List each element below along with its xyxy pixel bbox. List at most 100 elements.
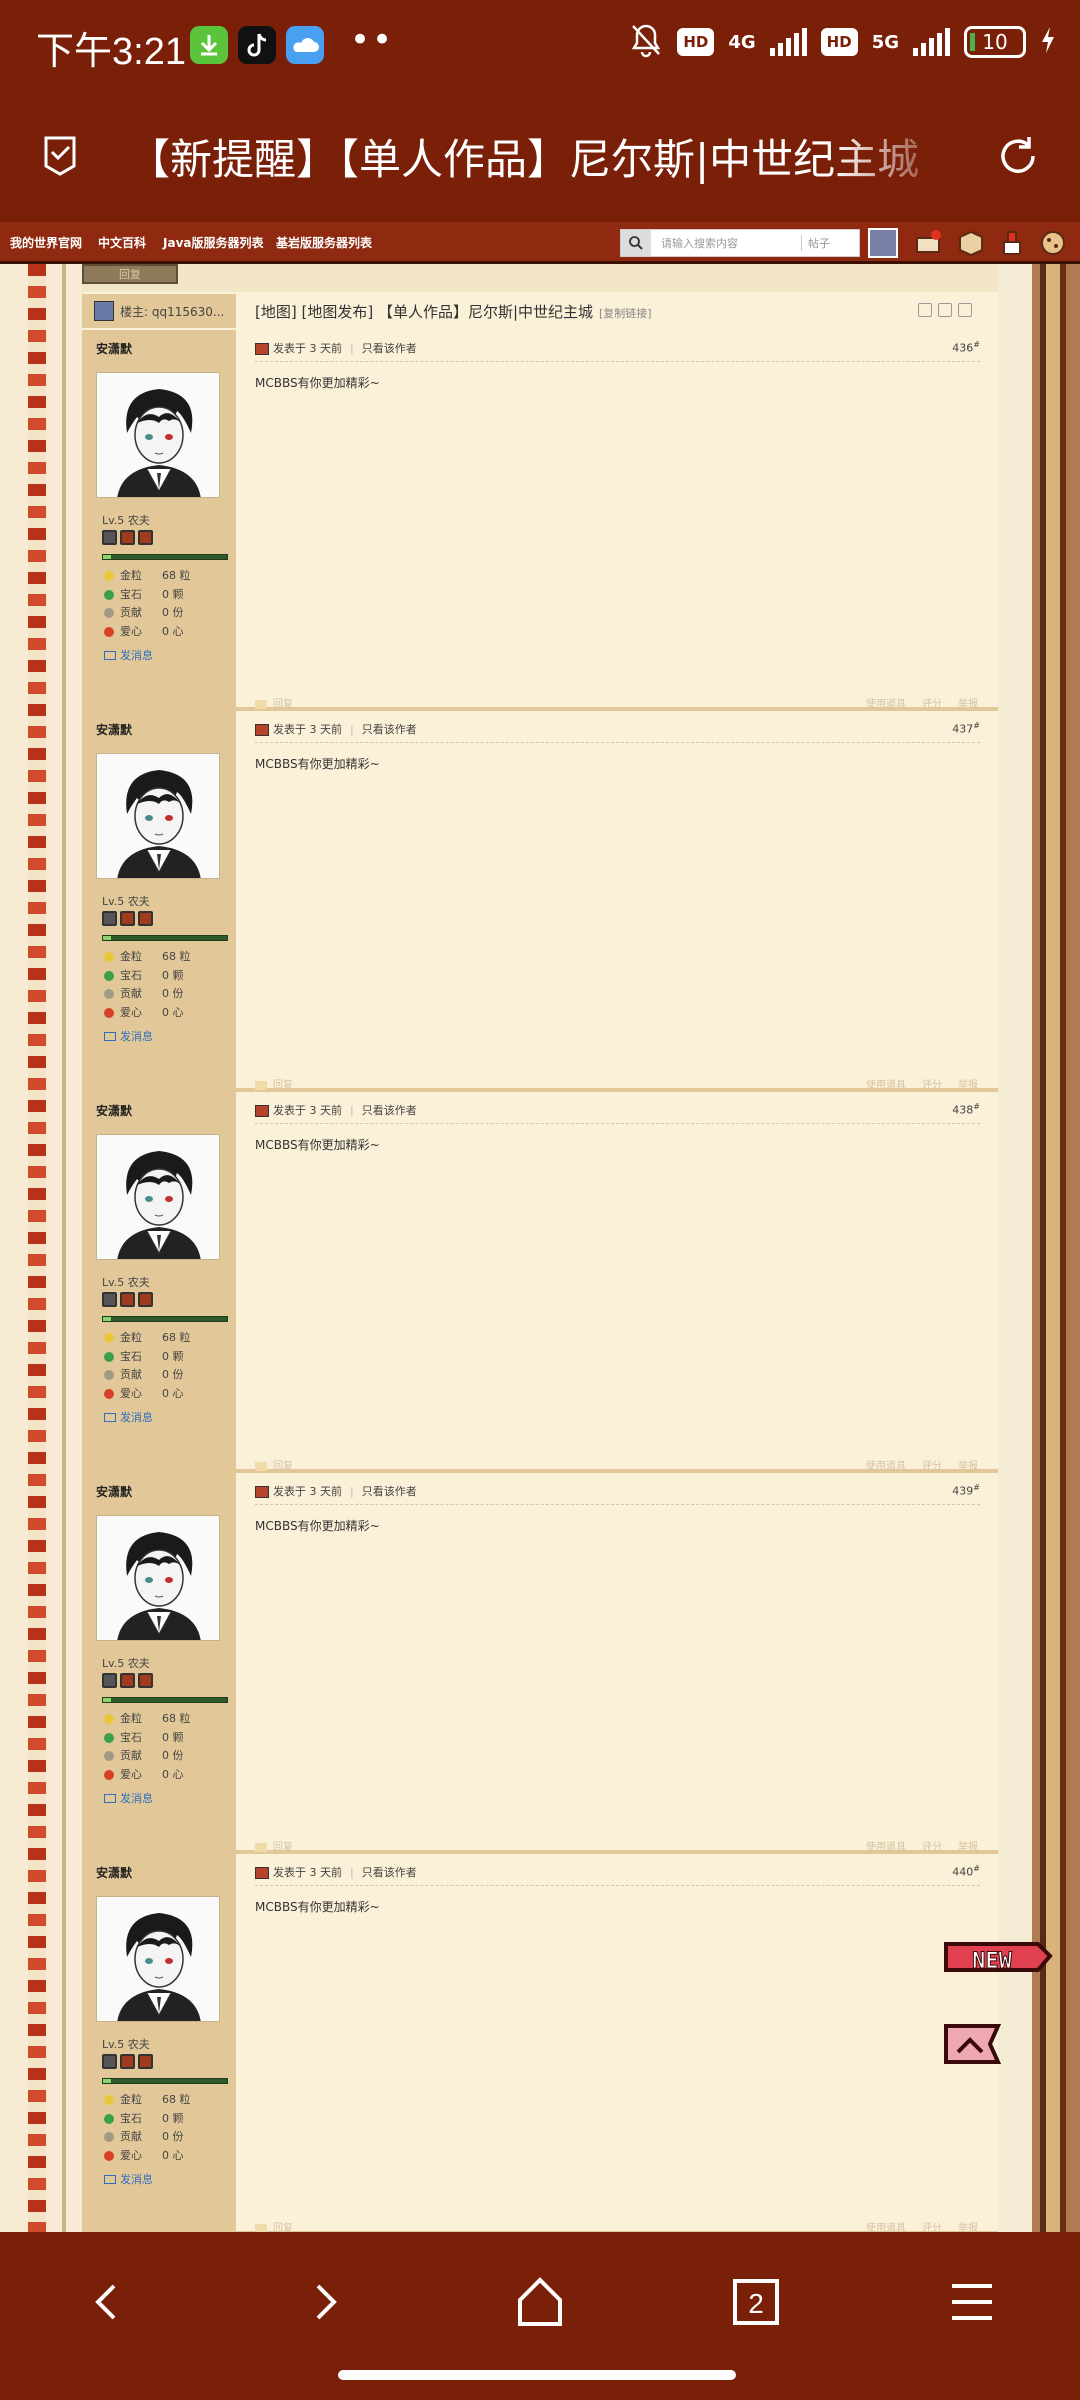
cookie-icon[interactable] bbox=[1038, 228, 1068, 258]
floor-number[interactable]: 440# bbox=[952, 1864, 980, 1879]
reply-tab-button[interactable]: 回复 bbox=[82, 264, 178, 284]
send-message-link[interactable]: 发消息 bbox=[104, 1409, 153, 1425]
floor-number[interactable]: 437# bbox=[952, 721, 980, 736]
gesture-home-indicator[interactable] bbox=[338, 2370, 736, 2380]
print-icon[interactable] bbox=[918, 303, 932, 317]
envelope-icon bbox=[104, 1412, 116, 1422]
use-item-button[interactable]: 使用道具 bbox=[866, 1076, 906, 1091]
gem-icon bbox=[104, 1732, 114, 1743]
report-button[interactable]: 举报 bbox=[958, 1457, 978, 1472]
send-message-label: 发消息 bbox=[120, 1411, 153, 1424]
reply-button[interactable]: 回复 bbox=[255, 695, 293, 710]
send-message-link[interactable]: 发消息 bbox=[104, 1790, 153, 1806]
search-input[interactable]: 请输入搜索内容 bbox=[651, 235, 801, 251]
only-author-link[interactable]: 只看该作者 bbox=[362, 1866, 417, 1879]
avatar[interactable] bbox=[96, 1896, 220, 2022]
clock: 下午3:21 bbox=[36, 31, 186, 73]
home-icon[interactable] bbox=[510, 2272, 570, 2332]
report-button[interactable]: 举报 bbox=[958, 1838, 978, 1853]
bookmark-check-icon[interactable] bbox=[40, 134, 80, 176]
avatar[interactable] bbox=[96, 1134, 220, 1260]
medal-icons bbox=[102, 1673, 153, 1688]
thread-author[interactable]: 楼主: qq115630... bbox=[82, 294, 236, 328]
signal-bars-icon-2 bbox=[913, 28, 950, 56]
use-item-button[interactable]: 使用道具 bbox=[866, 1838, 906, 1853]
avatar[interactable] bbox=[96, 753, 220, 879]
stat-label: 贡献 bbox=[120, 2130, 142, 2143]
nav-wiki[interactable]: 中文百科 bbox=[98, 234, 146, 251]
nav-java-servers[interactable]: Java版服务器列表 bbox=[163, 234, 263, 251]
rate-button[interactable]: 评分 bbox=[922, 1838, 942, 1853]
report-button[interactable]: 举报 bbox=[958, 695, 978, 710]
scroll-top-button[interactable] bbox=[942, 2022, 1012, 2072]
search-scope-select[interactable]: 帖子 bbox=[801, 235, 859, 251]
box-icon[interactable] bbox=[956, 228, 986, 258]
post-body: MCBBS有你更加精彩~ bbox=[255, 1138, 380, 1152]
only-author-link[interactable]: 只看该作者 bbox=[362, 1104, 417, 1117]
post-author-sidebar: 安潇默 Lv.5 农夫 金粒 68 粒 宝石 0 颗 贡献 0 份 爱心 0 心… bbox=[82, 711, 236, 1088]
stat-label: 宝石 bbox=[120, 1730, 142, 1744]
notification-icon[interactable] bbox=[914, 228, 944, 258]
rate-button[interactable]: 评分 bbox=[922, 695, 942, 710]
use-item-button[interactable]: 使用道具 bbox=[866, 695, 906, 710]
use-item-button[interactable]: 使用道具 bbox=[866, 1457, 906, 1472]
rate-button[interactable]: 评分 bbox=[922, 1457, 942, 1472]
post-username[interactable]: 安潇默 bbox=[96, 1483, 132, 1500]
send-message-link[interactable]: 发消息 bbox=[104, 647, 153, 663]
send-message-link[interactable]: 发消息 bbox=[104, 2171, 153, 2187]
post-username[interactable]: 安潇默 bbox=[96, 1102, 132, 1119]
back-icon[interactable] bbox=[78, 2272, 138, 2332]
only-author-link[interactable]: 只看该作者 bbox=[362, 1485, 417, 1498]
reply-button[interactable]: 回复 bbox=[255, 1838, 293, 1853]
send-message-label: 发消息 bbox=[120, 2173, 153, 2186]
avatar[interactable] bbox=[96, 1515, 220, 1641]
report-button[interactable]: 举报 bbox=[958, 1076, 978, 1091]
signal-bars-icon bbox=[769, 28, 807, 56]
reply-button[interactable]: 回复 bbox=[255, 1076, 293, 1091]
send-message-label: 发消息 bbox=[120, 1792, 153, 1805]
reply-button[interactable]: 回复 bbox=[255, 1457, 293, 1472]
tabs-button[interactable]: 2 bbox=[726, 2272, 786, 2332]
floor-number[interactable]: 438# bbox=[952, 1102, 980, 1117]
copy-link[interactable]: [复制链接] bbox=[599, 307, 652, 320]
floor-number-text: 440 bbox=[952, 1865, 974, 1879]
new-badge-button[interactable]: NEW bbox=[942, 1938, 1054, 1992]
post-meta: 发表于 3 天前 | 只看该作者 440# bbox=[255, 1864, 980, 1886]
post-main: 发表于 3 天前 | 只看该作者 438# MCBBS有你更加精彩~ 回复 使用道具… bbox=[255, 1092, 980, 1472]
avatar[interactable] bbox=[96, 372, 220, 498]
stat-value: 0 份 bbox=[162, 1749, 184, 1762]
refresh-icon[interactable] bbox=[996, 134, 1040, 178]
nav-minecraft-official[interactable]: 我的世界官网 bbox=[10, 234, 82, 251]
rate-button[interactable]: 评分 bbox=[922, 2219, 942, 2232]
stat-label: 爱心 bbox=[120, 624, 142, 638]
status-bar: 下午3:21 •• HD 4G HD 5G 10 bbox=[0, 0, 1080, 90]
post-time: 发表于 3 天前 bbox=[273, 1866, 342, 1879]
post-username[interactable]: 安潇默 bbox=[96, 721, 132, 738]
use-item-button[interactable]: 使用道具 bbox=[866, 2219, 906, 2232]
envelope-icon bbox=[104, 2174, 116, 2184]
floor-number[interactable]: 439# bbox=[952, 1483, 980, 1498]
post-username[interactable]: 安潇默 bbox=[96, 1864, 132, 1881]
menu-icon[interactable] bbox=[942, 2272, 1002, 2332]
stat-label: 金粒 bbox=[120, 569, 142, 582]
user-avatar-icon[interactable] bbox=[868, 228, 898, 258]
post-username[interactable]: 安潇默 bbox=[96, 340, 132, 357]
rate-button[interactable]: 评分 bbox=[922, 1076, 942, 1091]
floor-number[interactable]: 436# bbox=[952, 340, 980, 355]
page-title[interactable]: 【新提醒】【单人作品】尼尔斯|中世纪主城 bbox=[128, 126, 958, 187]
report-button[interactable]: 举报 bbox=[958, 2219, 978, 2232]
forward-icon[interactable] bbox=[294, 2272, 354, 2332]
next-thread-icon[interactable] bbox=[958, 303, 972, 317]
site-search-box[interactable]: 请输入搜索内容 帖子 bbox=[620, 229, 860, 257]
send-message-link[interactable]: 发消息 bbox=[104, 1028, 153, 1044]
thread-author-label: 楼主: qq115630... bbox=[120, 304, 225, 319]
reply-button[interactable]: 回复 bbox=[255, 2219, 293, 2232]
only-author-link[interactable]: 只看该作者 bbox=[362, 342, 417, 355]
user-stat: 贡献 0 份 bbox=[104, 1747, 191, 1766]
prev-thread-icon[interactable] bbox=[938, 303, 952, 317]
search-icon[interactable] bbox=[621, 230, 651, 256]
potion-icon[interactable] bbox=[998, 228, 1028, 258]
only-author-link[interactable]: 只看该作者 bbox=[362, 723, 417, 736]
user-stat: 爱心 0 心 bbox=[104, 1004, 191, 1023]
nav-bedrock-servers[interactable]: 基岩版服务器列表 bbox=[276, 234, 372, 251]
